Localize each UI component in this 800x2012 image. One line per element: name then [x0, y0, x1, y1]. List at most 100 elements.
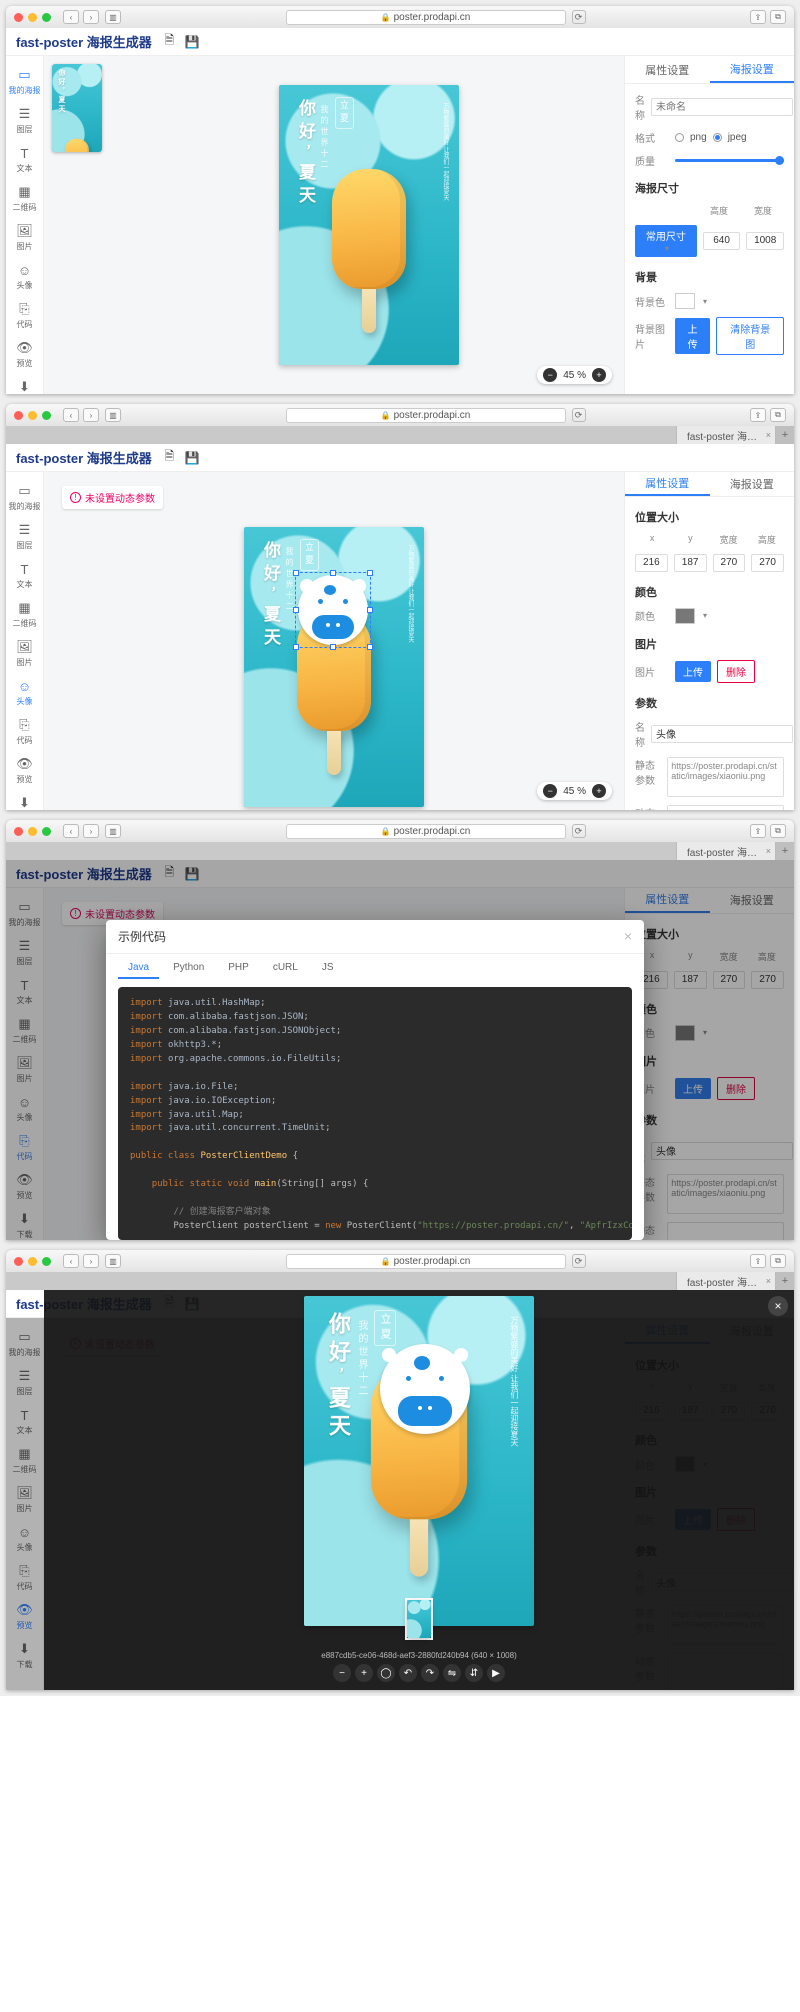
format-jpeg-radio[interactable]: [713, 133, 722, 142]
sidebar-item-layers[interactable]: ☰图层: [6, 103, 43, 138]
reload-button[interactable]: ⟳: [572, 10, 586, 24]
upload-img-button[interactable]: 上传: [675, 661, 711, 682]
code-block[interactable]: import java.util.HashMap; import com.ali…: [118, 987, 632, 1240]
sidebar-item-image[interactable]: 🖼图片: [6, 220, 43, 255]
sidebar-item-download[interactable]: ⬇下载: [6, 792, 43, 810]
sidebar-item-download[interactable]: ⬇下载: [6, 376, 43, 394]
code-tab-curl[interactable]: cURL: [263, 958, 308, 979]
back-button[interactable]: ‹: [63, 10, 79, 24]
viewer-rotate-right-icon[interactable]: ↷: [421, 1664, 439, 1682]
address-bar[interactable]: 🔒poster.prodapi.cn ⟳: [127, 10, 744, 25]
sidebar-item-preview[interactable]: 👁预览: [6, 337, 43, 372]
viewer-flip-h-icon[interactable]: ⇋: [443, 1664, 461, 1682]
sidebar-toggle-icon[interactable]: ▥: [105, 408, 121, 422]
bgcolor-swatch[interactable]: [675, 293, 695, 309]
format-png-radio[interactable]: [675, 133, 684, 142]
upload-bg-button[interactable]: 上传: [675, 318, 711, 354]
code-tab-python[interactable]: Python: [163, 958, 214, 979]
save-icon[interactable]: 💾: [185, 34, 200, 49]
back-button[interactable]: ‹: [63, 408, 79, 422]
sidebar-item-avatar[interactable]: ☺头像: [6, 259, 43, 294]
sidebar-item-code[interactable]: ⎘代码: [6, 714, 43, 749]
viewer-rotate-left-icon[interactable]: ↶: [399, 1664, 417, 1682]
browser-tab[interactable]: fast-poster 海…×: [676, 842, 776, 860]
reload-button[interactable]: ⟳: [572, 408, 586, 422]
param-name-input[interactable]: [651, 725, 793, 743]
width-input[interactable]: 1008: [746, 232, 784, 250]
modal-close-icon[interactable]: ×: [624, 928, 632, 945]
tab-poster-settings[interactable]: 海报设置: [710, 56, 795, 83]
close-tab-icon[interactable]: ×: [766, 430, 771, 440]
share-icon[interactable]: ⇪: [750, 10, 766, 24]
sidebar-item-qrcode[interactable]: ▦二维码: [6, 181, 43, 216]
viewer-zoom-out-icon[interactable]: −: [333, 1664, 351, 1682]
code-tab-java[interactable]: Java: [118, 958, 159, 979]
new-doc-icon[interactable]: 🗎: [162, 450, 177, 465]
canvas-stage[interactable]: 你好，夏天 我的世界十二 立夏 万物繁盛的美好 让我们一起迎接夏天 − 45 %…: [114, 56, 624, 394]
h-input[interactable]: 270: [751, 554, 784, 572]
browser-tab[interactable]: fast-poster 海…×: [676, 426, 776, 444]
sidebar-item-myposters[interactable]: ▭我的海报: [6, 64, 43, 99]
viewer-flip-v-icon[interactable]: ⇵: [465, 1664, 483, 1682]
delete-img-button[interactable]: 删除: [717, 660, 755, 683]
new-tab-button[interactable]: +: [776, 842, 794, 860]
image-viewer-overlay[interactable]: × 你好，夏天 我的世界十二 立夏 万物繁盛的美好 让我们一起迎接夏天: [44, 1290, 794, 1690]
forward-button[interactable]: ›: [83, 408, 99, 422]
y-input[interactable]: 187: [674, 554, 707, 572]
poster-canvas[interactable]: 你好，夏天 我的世界十二 立夏 万物繁盛的美好 让我们一起迎接夏天: [279, 85, 459, 365]
quality-slider[interactable]: [675, 159, 784, 162]
minimize-window-icon[interactable]: [28, 13, 37, 22]
color-swatch[interactable]: [675, 608, 695, 624]
height-input[interactable]: 640: [703, 232, 741, 250]
tab-properties[interactable]: 属性设置: [625, 56, 710, 83]
static-param-input[interactable]: https://poster.prodapi.cn/static/images/…: [667, 757, 784, 797]
sidebar-item-text[interactable]: T文本: [6, 142, 43, 177]
zoom-out-button[interactable]: −: [543, 368, 557, 382]
forward-button[interactable]: ›: [83, 10, 99, 24]
sidebar-item-text[interactable]: T文本: [6, 558, 43, 593]
maximize-window-icon[interactable]: [42, 13, 51, 22]
close-window-icon[interactable]: [14, 13, 23, 22]
position-title: 位置大小: [635, 509, 784, 525]
viewer-thumbnail[interactable]: [405, 1598, 433, 1640]
sidebar-item-avatar[interactable]: ☺头像: [6, 675, 43, 710]
poster-canvas[interactable]: 你好，夏天 我的世界十二 立夏 万物繁盛的美好 让我们一起迎接夏天: [244, 527, 424, 807]
viewer-play-icon[interactable]: ▶: [487, 1664, 505, 1682]
tab-properties[interactable]: 属性设置: [625, 472, 710, 496]
tabs-icon[interactable]: ⧉: [770, 408, 786, 422]
code-tab-js[interactable]: JS: [312, 958, 344, 979]
new-tab-button[interactable]: +: [776, 1272, 794, 1290]
selection-box[interactable]: [295, 572, 371, 648]
sidebar-toggle-icon[interactable]: ▥: [105, 10, 121, 24]
viewer-zoom-in-icon[interactable]: +: [355, 1664, 373, 1682]
w-input[interactable]: 270: [713, 554, 746, 572]
sidebar-item-image[interactable]: 🖼图片: [6, 636, 43, 671]
clear-bg-button[interactable]: 清除背景图: [716, 317, 784, 355]
zoom-in-button[interactable]: +: [592, 368, 606, 382]
poster-thumbnail[interactable]: 你好，夏天: [52, 64, 102, 152]
viewer-close-icon[interactable]: ×: [768, 1296, 788, 1316]
avatar-element[interactable]: [298, 575, 368, 645]
new-doc-icon[interactable]: 🗎: [162, 34, 177, 49]
x-input[interactable]: 216: [635, 554, 668, 572]
sidebar-item-preview[interactable]: 👁预览: [6, 753, 43, 788]
code-tab-php[interactable]: PHP: [218, 958, 259, 979]
zoom-in-button[interactable]: +: [592, 784, 606, 798]
dynamic-param-input[interactable]: [667, 805, 784, 810]
sidebar-item-code[interactable]: ⎘代码: [6, 298, 43, 333]
sidebar-item-qrcode[interactable]: ▦二维码: [6, 597, 43, 632]
share-icon[interactable]: ⇪: [750, 408, 766, 422]
save-icon[interactable]: 💾: [185, 450, 200, 465]
new-tab-button[interactable]: +: [776, 426, 794, 444]
tabs-icon[interactable]: ⧉: [770, 10, 786, 24]
sidebar-item-layers[interactable]: ☰图层: [6, 519, 43, 554]
zoom-out-button[interactable]: −: [543, 784, 557, 798]
viewer-reset-icon[interactable]: ◯: [377, 1664, 395, 1682]
preview-image[interactable]: 你好，夏天 我的世界十二 立夏 万物繁盛的美好 让我们一起迎接夏天: [304, 1296, 534, 1626]
browser-tab[interactable]: fast-poster 海…×: [676, 1272, 776, 1290]
name-input[interactable]: [651, 98, 793, 116]
warning-pill[interactable]: !未设置动态参数: [62, 486, 163, 509]
sidebar-item-myposters[interactable]: ▭我的海报: [6, 480, 43, 515]
tab-poster-settings[interactable]: 海报设置: [710, 472, 795, 496]
common-size-button[interactable]: 常用尺寸 ▾: [635, 225, 697, 257]
